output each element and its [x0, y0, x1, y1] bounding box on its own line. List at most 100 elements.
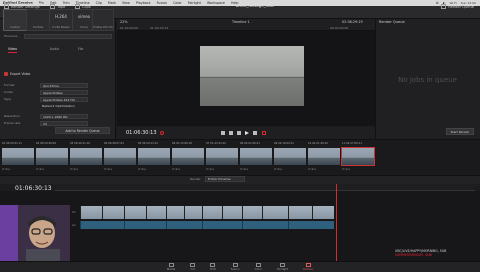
clip-thumbnail[interactable]: 06 01:15:06:18 ProRes	[172, 142, 204, 171]
loop-icon[interactable]	[262, 131, 266, 135]
menu-fusion[interactable]: Fusion	[157, 1, 168, 5]
timeline-video-clip[interactable]	[80, 206, 102, 219]
prev-icon[interactable]	[229, 131, 233, 135]
timeline-ruler[interactable]	[55, 184, 475, 191]
menu-clip[interactable]: Clip	[96, 1, 102, 5]
status-item[interactable]: ⌘	[436, 1, 439, 5]
clip-label: 07 01:43:24:10	[206, 142, 226, 145]
clip-thumbnail[interactable]: 02 00:29:46:09 ProRes	[36, 142, 68, 171]
timeline-video-clip[interactable]	[262, 206, 288, 219]
export-video-checkbox[interactable]	[4, 72, 8, 76]
format-row: Format QuickTime	[4, 83, 112, 89]
clip-image	[240, 148, 272, 165]
tab-audio[interactable]: Audio	[50, 47, 59, 53]
tab-video[interactable]: Video	[8, 47, 17, 53]
clip-image	[70, 148, 102, 165]
timeline-video-clip[interactable]	[312, 206, 334, 219]
color-icon	[255, 262, 261, 267]
clip-thumbnail[interactable]: 03 00:40:11:16 ProRes	[70, 142, 102, 171]
menu-mark[interactable]: Mark	[108, 1, 116, 5]
type-row: Type Apple ProRes 422 HQ	[4, 97, 112, 103]
preset-h264[interactable]: H.264 H.264 Master	[49, 9, 73, 31]
clip-thumbnail-selected[interactable]: 11 02:27:09:11 ProRes	[341, 142, 375, 171]
render-queue-header: Render Queue	[379, 20, 405, 24]
play-icon[interactable]	[245, 131, 249, 135]
transport-timecode[interactable]: 01:06:30:13	[126, 130, 157, 136]
clip-codec: ProRes	[274, 168, 283, 171]
timeline-audio-clip[interactable]	[288, 221, 334, 229]
person-icon	[0, 205, 70, 262]
codec-select[interactable]: Apple ProRes	[40, 90, 88, 95]
codec-label: Codec	[4, 90, 14, 94]
page-tab-deliver[interactable]: Deliver	[303, 262, 313, 271]
menu-fairlight[interactable]: Fairlight	[188, 1, 201, 5]
timeline-video-clip[interactable]	[222, 206, 242, 219]
page-tab-color[interactable]: Color	[255, 262, 262, 271]
preset-name: ProRes 422 HQ	[93, 26, 113, 29]
preset-youtube[interactable]: YouTube	[26, 9, 50, 31]
timeline-audio-clip[interactable]	[80, 221, 124, 229]
clip-thumbnail[interactable]: 08 02:02:40:21 ProRes	[240, 142, 272, 171]
clip-thumbnail[interactable]: 10 02:21:26:22 ProRes	[308, 142, 340, 171]
page-tab-fairlight[interactable]: Fairlight	[277, 262, 288, 271]
webcam-overlay	[0, 205, 70, 262]
preset-prores[interactable]: ProRes 422 HQ	[92, 9, 114, 31]
clip-codec: ProRes	[240, 168, 249, 171]
render-range-select[interactable]: Entire Timeline	[205, 176, 245, 182]
first-frame-icon[interactable]	[221, 131, 225, 135]
next-icon[interactable]	[253, 131, 257, 135]
timeline-video-clip[interactable]	[124, 206, 146, 219]
overlay-text: SUMMER/MMXXIV, SUB	[395, 253, 432, 257]
timeline-video-clip[interactable]	[242, 206, 262, 219]
preset-custom[interactable]: Custom	[3, 9, 27, 31]
type-select[interactable]: Apple ProRes 422 HQ	[40, 97, 88, 102]
zoom-level[interactable]: 22%	[120, 20, 128, 24]
tab-file[interactable]: File	[78, 47, 83, 53]
clip-label: 02 00:29:46:09	[36, 142, 56, 145]
playhead[interactable]	[336, 184, 337, 261]
format-select[interactable]: QuickTime	[40, 83, 88, 88]
timeline-video-clip[interactable]	[166, 206, 184, 219]
menu-color[interactable]: Color	[173, 1, 182, 5]
timeline-video-clip[interactable]	[102, 206, 124, 219]
timeline-name[interactable]: Timeline 1	[232, 20, 250, 24]
page-tab-fusion[interactable]: Fusion	[231, 262, 240, 271]
timeline-video-clip[interactable]	[184, 206, 202, 219]
clip-thumbnail[interactable]: 07 01:43:24:10 ProRes	[206, 142, 238, 171]
clip-thumbnail[interactable]: 05 00:59:11:01 ProRes	[138, 142, 170, 171]
page-tab-cut[interactable]: Cut	[190, 262, 196, 271]
clip-image	[206, 148, 238, 165]
record-icon[interactable]	[160, 131, 164, 135]
clip-label: 04 00:48:07:01	[104, 142, 124, 145]
render-queue-button[interactable]: Render Queue	[441, 3, 474, 10]
timeline-audio-clip[interactable]	[202, 221, 242, 229]
page-tab-media[interactable]: Media	[166, 262, 176, 272]
network-opt-checkbox[interactable]: Network Optimization	[40, 104, 88, 109]
timeline-audio-clip[interactable]	[166, 221, 202, 229]
deliver-icon	[305, 262, 311, 267]
track-a1-label: A1	[72, 223, 76, 227]
clip-codec: ProRes	[342, 168, 351, 171]
export-video-label: Export Video	[10, 72, 31, 76]
menu-playback[interactable]: Playback	[136, 1, 151, 5]
menu-view[interactable]: View	[122, 1, 130, 5]
page-tab-label: Media	[166, 267, 176, 272]
start-render-button[interactable]: Start Render	[446, 128, 474, 135]
clip-codec: ProRes	[104, 168, 113, 171]
clip-thumbnail[interactable]: 01 00:29:31:11 ProRes	[2, 142, 34, 171]
page-tab-edit[interactable]: Edit	[210, 262, 216, 271]
timeline-audio-clip[interactable]	[124, 221, 166, 229]
timeline-video-clip[interactable]	[202, 206, 222, 219]
render-settings-header: Render Settings - Custom	[4, 2, 51, 6]
stop-icon[interactable]	[237, 131, 241, 135]
preset-name: Custom	[10, 26, 20, 29]
clip-thumbnail[interactable]: 04 00:48:07:01 ProRes	[104, 142, 136, 171]
timeline-video-clip[interactable]	[146, 206, 166, 219]
timeline-video-clip[interactable]	[288, 206, 312, 219]
timeline-audio-clip[interactable]	[242, 221, 288, 229]
resolution-select[interactable]: 1920 x 1080 HD	[40, 114, 88, 119]
clip-thumbnail[interactable]: 09 02:16:02:21 ProRes	[274, 142, 306, 171]
filename-input[interactable]	[24, 34, 112, 39]
add-to-render-queue-button[interactable]: Add to Render Queue	[55, 127, 110, 134]
framerate-select[interactable]: 24	[40, 121, 88, 126]
